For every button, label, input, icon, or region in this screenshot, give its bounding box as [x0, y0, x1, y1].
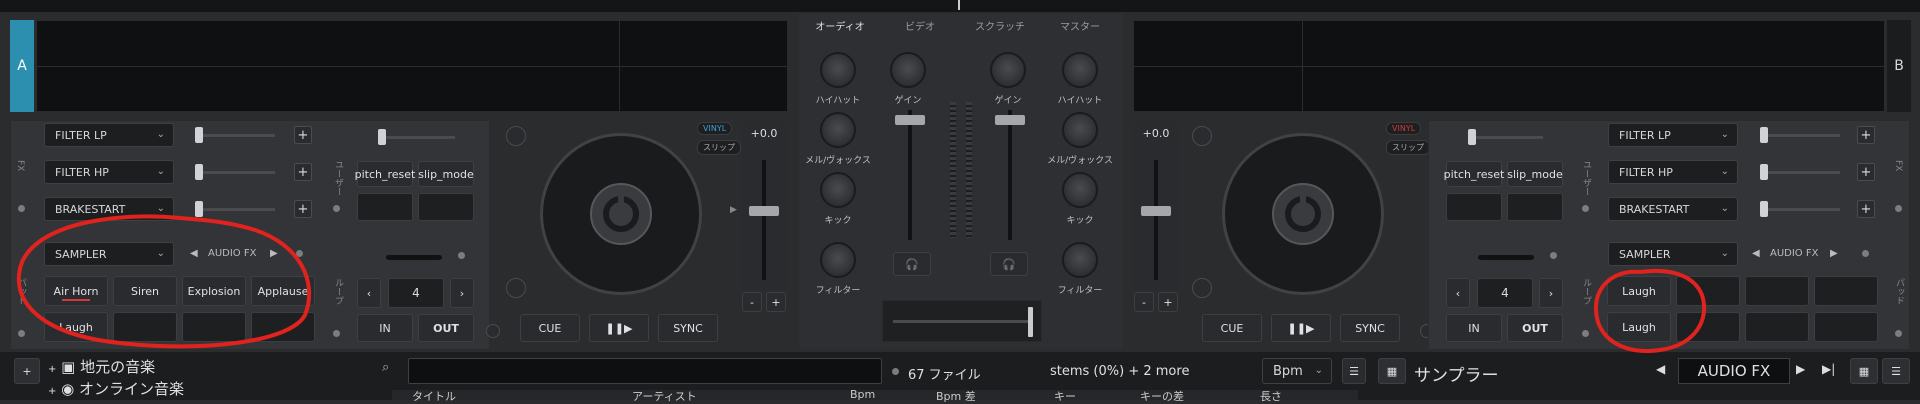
annotation-overlay: [16, 214, 1707, 353]
annotation-circle-deck-a-pads: [16, 214, 311, 349]
annotation-circle-deck-b-pads: [1593, 268, 1707, 353]
